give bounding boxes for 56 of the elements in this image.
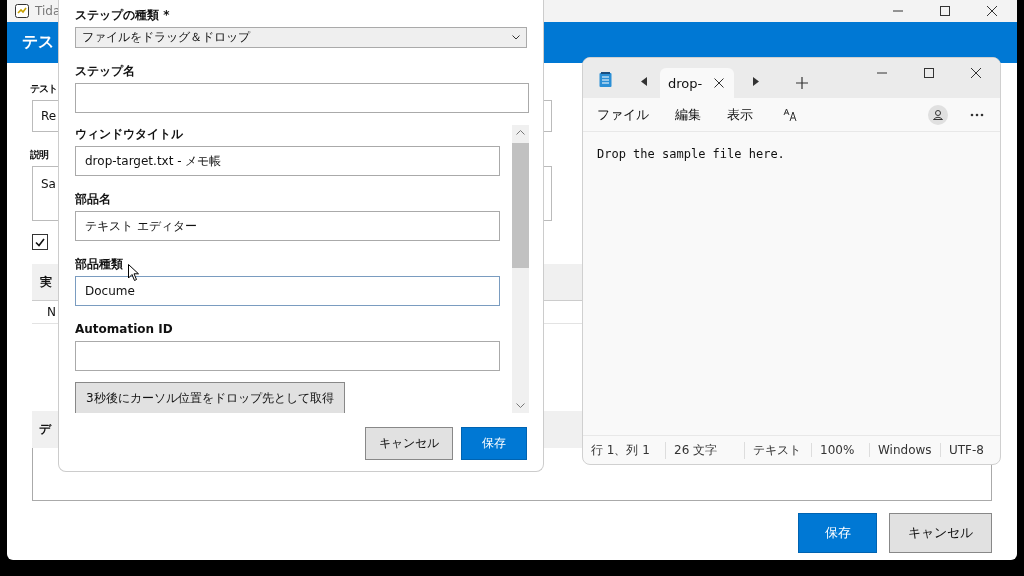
field-label: 部品種類 <box>75 257 124 271</box>
menu-item[interactable]: 編集 <box>675 105 701 124</box>
column-header: 実 <box>40 273 52 291</box>
input-field[interactable] <box>75 341 500 371</box>
close-icon[interactable] <box>970 68 982 78</box>
check-icon <box>35 237 45 247</box>
field-label: ステップ名 <box>75 64 136 78</box>
text-format-icon[interactable] <box>783 107 798 122</box>
cancel-button[interactable]: キャンセル <box>889 513 992 553</box>
status-item: 26 文字 <box>665 441 744 459</box>
status-item: テキスト <box>744 441 811 459</box>
input-field[interactable]: drop-target.txt - メモ帳 <box>75 146 500 176</box>
status-item: Windows <box>869 443 940 457</box>
close-icon[interactable] <box>986 6 998 16</box>
scroll-up-icon <box>516 130 525 135</box>
chevron-down-icon <box>512 35 520 40</box>
header-title: テス <box>22 32 54 53</box>
input-field[interactable]: Docume <box>75 276 500 306</box>
status-item: 100% <box>811 443 869 457</box>
field-label: テスト <box>30 82 57 95</box>
scrollbar[interactable] <box>512 125 529 413</box>
menu-item[interactable]: ファイル <box>597 105 649 124</box>
field-label: ウィンドウタイトル <box>75 127 184 141</box>
scroll-right-icon[interactable] <box>752 77 759 86</box>
input-field[interactable] <box>75 83 529 113</box>
more-icon[interactable] <box>970 112 984 117</box>
input-field[interactable]: テキスト エディター <box>75 211 500 241</box>
status-item: 行 1、列 1 <box>590 441 651 459</box>
save-button[interactable]: 保存 <box>798 513 877 553</box>
field-label: 部品名 <box>75 192 112 206</box>
status-item: UTF-8 <box>940 443 992 457</box>
menu-item[interactable]: 表示 <box>727 105 753 124</box>
dropdown[interactable]: ファイルをドラッグ＆ドロップ <box>75 27 527 48</box>
scroll-down-icon <box>516 403 525 408</box>
field-label: Automation ID <box>75 322 174 336</box>
app-icon <box>15 4 29 18</box>
close-icon[interactable] <box>714 78 724 88</box>
plus-icon[interactable] <box>796 77 808 89</box>
mouse-cursor-icon <box>128 264 140 282</box>
editor-text: Drop the sample file here. <box>597 147 785 161</box>
table-cell: N <box>47 305 56 319</box>
save-button[interactable]: 保存 <box>461 427 527 460</box>
maximize-icon[interactable] <box>923 68 935 78</box>
tab[interactable]: drop- <box>660 68 734 98</box>
field-label: ステップの種類 * <box>75 8 171 22</box>
scrollbar-thumb[interactable] <box>512 143 529 268</box>
field-label: 説明 <box>30 148 48 161</box>
tab-title: drop- <box>668 75 703 91</box>
checkbox[interactable] <box>32 234 48 250</box>
maximize-icon[interactable] <box>939 6 951 16</box>
section-title: デ <box>39 421 51 438</box>
notepad-icon <box>599 72 612 88</box>
scroll-left-icon[interactable] <box>641 77 648 86</box>
capture-button[interactable]: 3秒後にカーソル位置をドロップ先として取得 <box>75 382 345 413</box>
cancel-button[interactable]: キャンセル <box>365 427 453 460</box>
account-icon[interactable] <box>928 104 948 125</box>
